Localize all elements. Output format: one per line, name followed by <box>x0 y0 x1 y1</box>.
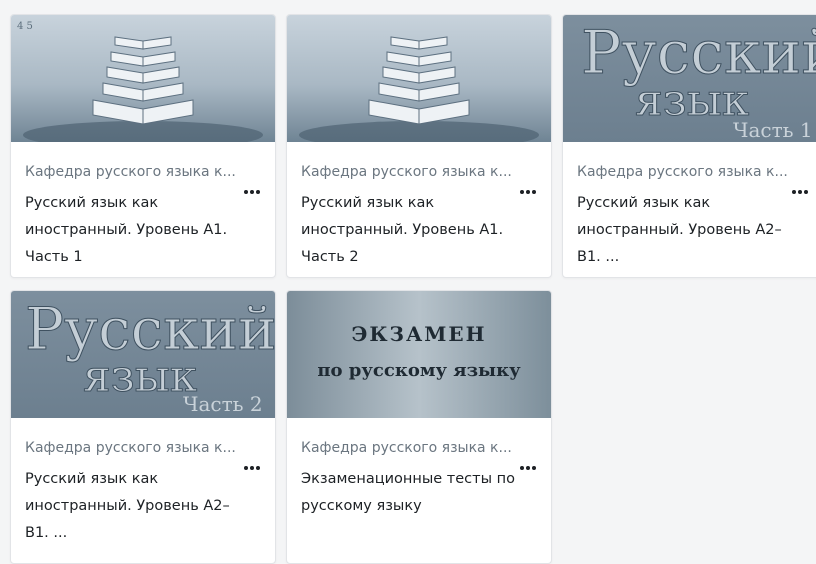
course-title-line: иностранный. Уровень А2– <box>25 498 230 514</box>
svg-text:4 5: 4 5 <box>17 21 33 32</box>
course-image-exam[interactable]: ЭКЗАМЕН по русскому языку <box>287 291 551 418</box>
course-image-russkiy-yazyk[interactable]: Русский язык Часть 1 <box>563 15 816 142</box>
russkiy-yazyk-cover-art: Русский язык Часть 2 <box>25 295 276 417</box>
exam-cover-art: ЭКЗАМЕН по русскому языку <box>317 322 521 381</box>
course-title-line: В1. ... <box>577 249 620 265</box>
course-title-line: В1. ... <box>25 525 68 541</box>
cover-title-text: ЭКЗАМЕН <box>351 322 486 346</box>
course-title-line: Часть 2 <box>301 249 359 265</box>
course-title[interactable]: Экзаменационные тесты по русскому языку <box>301 466 516 520</box>
course-title[interactable]: Русский язык как иностранный. Уровень А1… <box>25 190 240 271</box>
cover-part-text: Часть 2 <box>183 392 263 416</box>
course-title[interactable]: Русский язык как иностранный. Уровень А1… <box>301 190 516 271</box>
course-title-line: Русский язык как <box>25 195 159 211</box>
more-options-icon[interactable] <box>517 183 539 201</box>
course-title-line: Русский язык как <box>25 471 159 487</box>
course-category[interactable]: Кафедра русского языка к... <box>25 163 235 181</box>
course-card[interactable]: Кафедра русского языка к... Русский язык… <box>286 14 552 278</box>
stacked-books-illustration: 4 5 <box>17 21 263 142</box>
stacked-books-illustration <box>299 36 539 142</box>
course-title-line: Русский язык как <box>577 195 711 211</box>
course-title-line: русскому языку <box>301 498 422 514</box>
course-image-stacked-books[interactable]: 4 5 <box>11 15 275 142</box>
course-image-russkiy-yazyk[interactable]: Русский язык Часть 2 <box>11 291 275 418</box>
course-image-stacked-books[interactable] <box>287 15 551 142</box>
course-card[interactable]: 4 5 Кафедра русского языка к... Русский … <box>10 14 276 278</box>
course-title-line: иностранный. Уровень А1. <box>25 222 228 238</box>
course-category[interactable]: Кафедра русского языка к... <box>301 439 511 457</box>
cover-subtitle-text: язык <box>83 351 197 402</box>
more-options-icon[interactable] <box>241 183 263 201</box>
course-title[interactable]: Русский язык как иностранный. Уровень А2… <box>25 466 240 547</box>
russkiy-yazyk-cover-art: Русский язык Часть 1 <box>581 18 816 143</box>
course-card[interactable]: Русский язык Часть 1 Кафедра русского яз… <box>562 14 816 278</box>
course-category[interactable]: Кафедра русского языка к... <box>577 163 787 181</box>
course-title-line: Экзаменационные тесты по <box>301 471 516 487</box>
course-category[interactable]: Кафедра русского языка к... <box>25 439 235 457</box>
course-title[interactable]: Русский язык как иностранный. Уровень А2… <box>577 190 792 271</box>
course-category[interactable]: Кафедра русского языка к... <box>301 163 511 181</box>
course-card[interactable]: ЭКЗАМЕН по русскому языку Кафедра русско… <box>286 290 552 564</box>
course-title-line: Русский язык как <box>301 195 435 211</box>
cover-subtitle-text: по русскому языку <box>317 360 521 381</box>
more-options-icon[interactable] <box>517 459 539 477</box>
more-options-icon[interactable] <box>241 459 263 477</box>
cover-part-text: Часть 1 <box>733 118 813 142</box>
course-card[interactable]: Русский язык Часть 2 Кафедра русского яз… <box>10 290 276 564</box>
course-title-line: иностранный. Уровень А1. <box>301 222 504 238</box>
course-title-line: иностранный. Уровень А2– <box>577 222 782 238</box>
course-title-line: Часть 1 <box>25 249 83 265</box>
more-options-icon[interactable] <box>789 183 811 201</box>
